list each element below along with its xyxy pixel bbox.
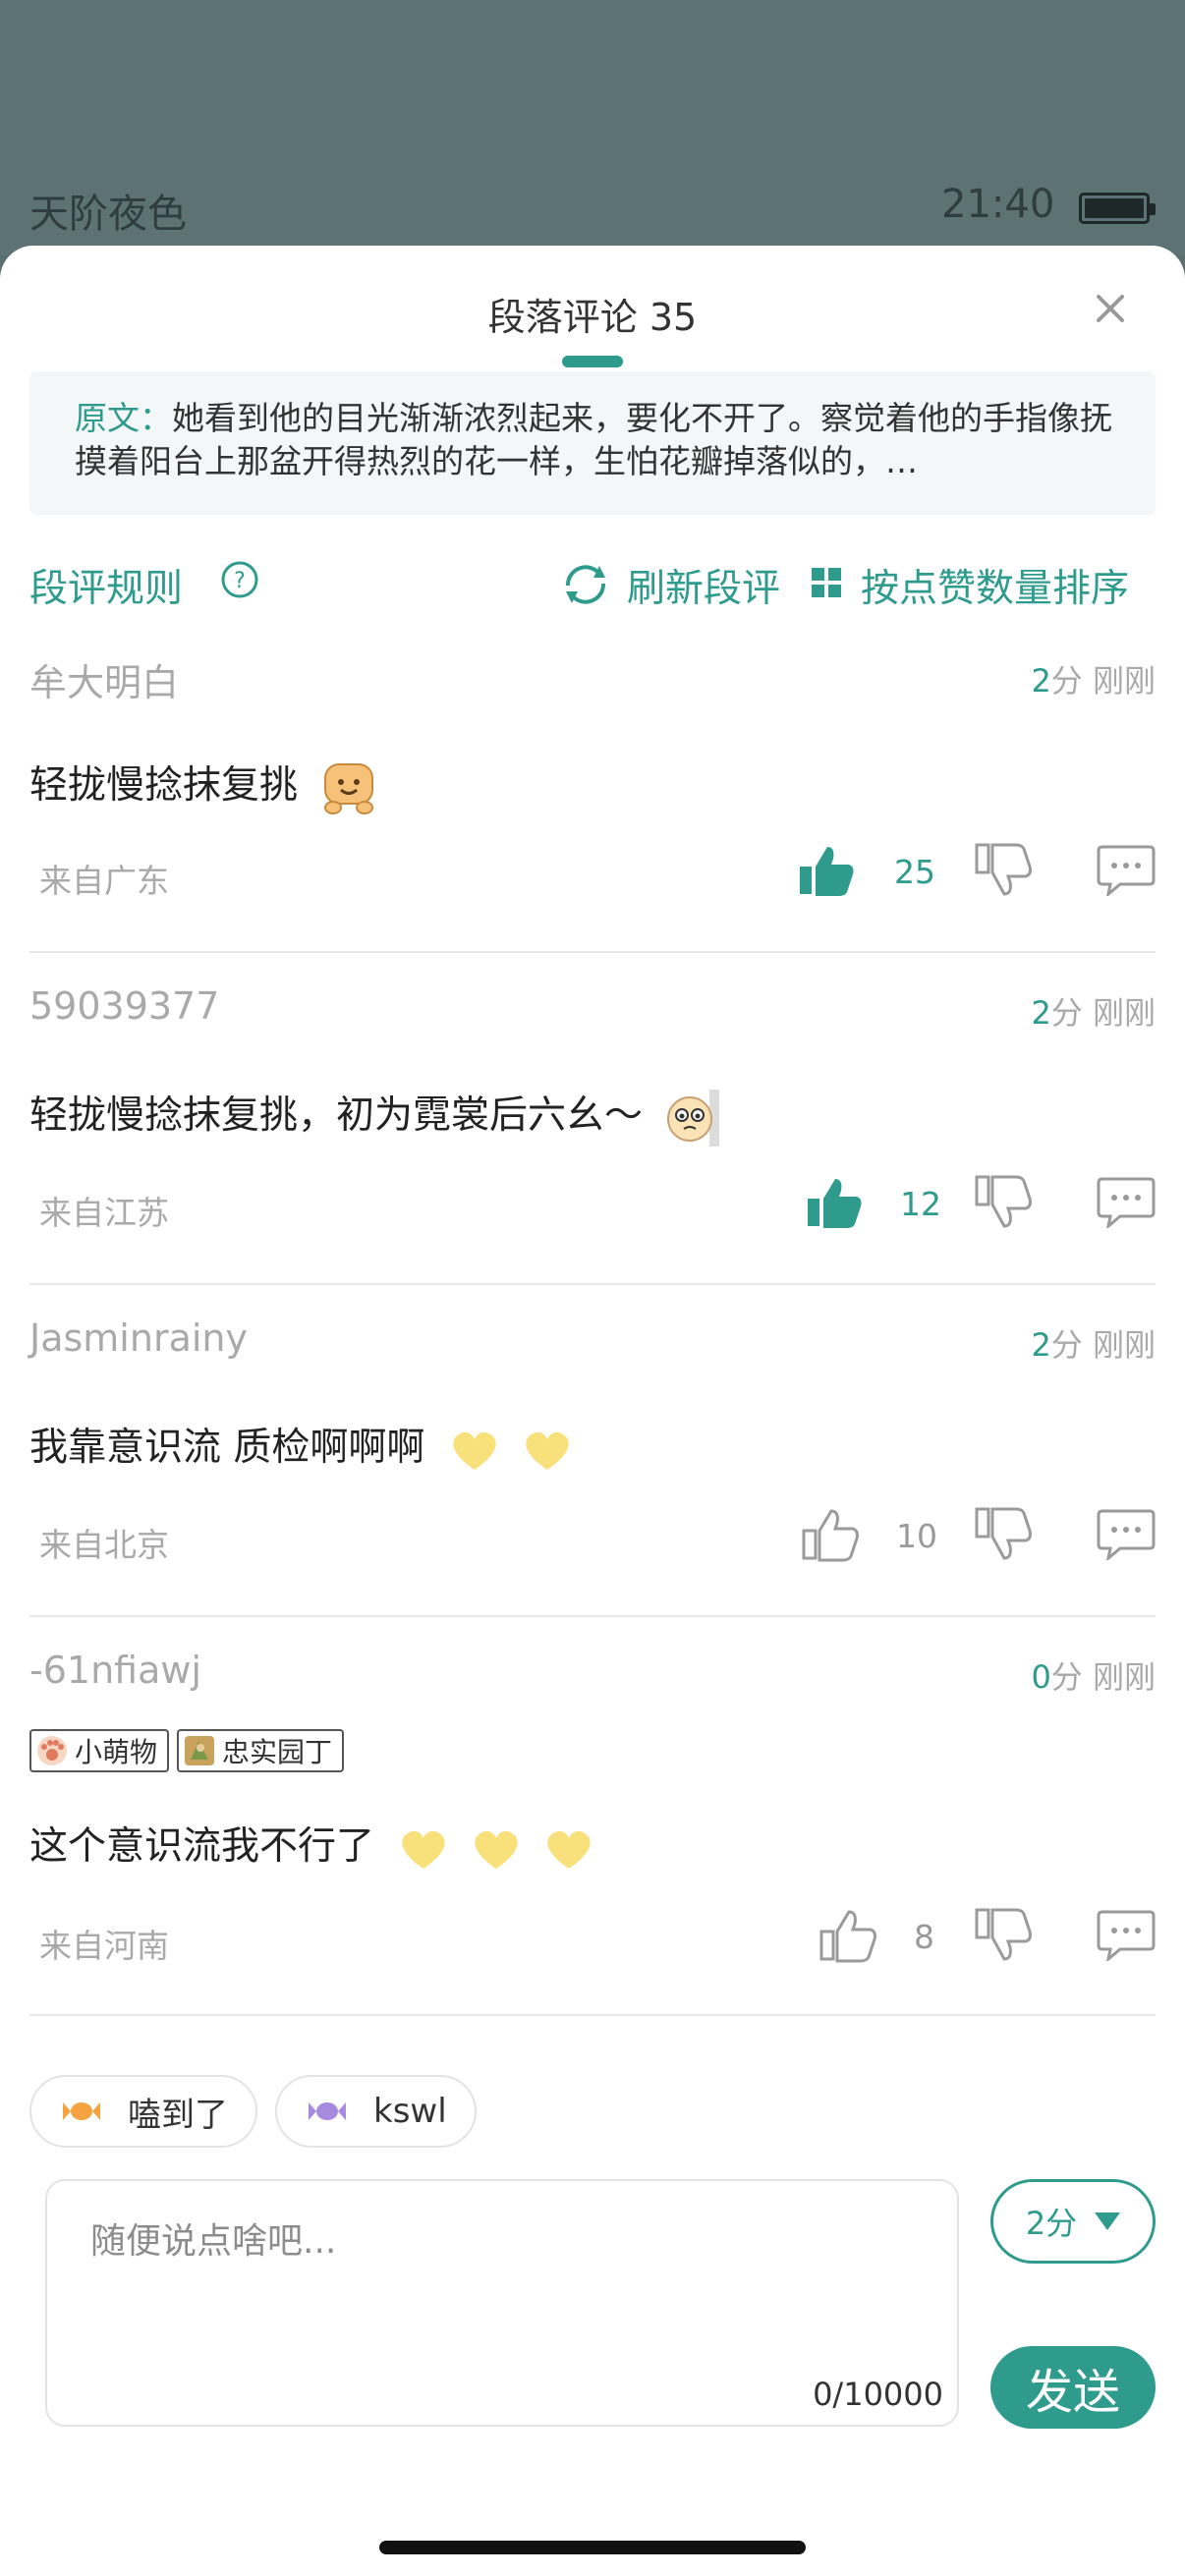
thumbs-up-filled-icon[interactable]: [798, 843, 855, 898]
home-indicator: [379, 2541, 806, 2554]
yellow-heart-emoji-icon: [402, 1830, 592, 1869]
yellow-heart-emoji-icon: [453, 1431, 569, 1470]
comment-text: 这个意识流我不行了: [29, 1816, 598, 1873]
user-badges: 小萌物 忠实园丁: [29, 1729, 345, 1772]
like-count: 25: [894, 853, 935, 891]
comment-location: 来自河南: [39, 1927, 169, 1965]
comment-username[interactable]: -61nfiawj: [29, 1649, 201, 1692]
comment-location: 来自北京: [39, 1526, 169, 1564]
clock: 21:40: [941, 182, 1055, 227]
quick-reply-chip[interactable]: 嗑到了: [29, 2075, 257, 2148]
reply-comment-icon[interactable]: [1097, 1175, 1156, 1228]
comment-username[interactable]: Jasminrainy: [29, 1316, 248, 1360]
close-icon: [1097, 295, 1124, 322]
quote-label: 原文：: [75, 399, 172, 437]
refresh-label: 刷新段评: [627, 567, 781, 611]
char-count: 0/10000: [813, 2376, 943, 2413]
grid-icon: [812, 568, 841, 597]
comment-meta: 2分 刚刚: [1031, 994, 1156, 1032]
thumbs-up-filled-icon[interactable]: [806, 1175, 863, 1230]
badge-gardener[interactable]: 忠实园丁: [177, 1729, 345, 1772]
chevron-down-icon: [1095, 2212, 1121, 2230]
battery-icon: [1079, 193, 1156, 224]
comment-location: 来自广东: [39, 862, 169, 900]
smile-bear-emoji-icon: [324, 762, 374, 814]
candy-orange-icon: [63, 2102, 100, 2120]
thumbs-up-icon[interactable]: [819, 1908, 876, 1963]
like-count: 10: [896, 1517, 937, 1555]
paragraph-comments-sheet: 段落评论 35 原文：她看到他的目光渐渐浓烈起来，要化不开了。察觉着他的手指像抚…: [0, 246, 1185, 2576]
comment-username[interactable]: 牟大明白: [29, 652, 179, 706]
book-title: 天阶夜色: [29, 192, 187, 237]
comment-location: 来自江苏: [39, 1194, 169, 1232]
comment-rules-link[interactable]: 段评规则: [29, 558, 183, 613]
comment-input-box: 0/10000: [45, 2179, 959, 2427]
original-text-quote: 原文：她看到他的目光渐渐浓烈起来，要化不开了。察觉着他的手指像抚摸着阳台上那盆开…: [29, 371, 1156, 515]
comment-item: 牟大明白 2分 刚刚 轻拢慢捻抹复挑 来自广东 25: [29, 652, 1156, 953]
like-count: 12: [900, 1185, 941, 1223]
comment-text: 轻拢慢捻抹复挑: [29, 755, 378, 815]
send-button[interactable]: 发送: [990, 2346, 1156, 2429]
comment-item: -61nfiawj 0分 刚刚 小萌物 忠实园丁 这个意识流我不行了 来自河南 …: [29, 1649, 1156, 2016]
close-button[interactable]: [1089, 287, 1132, 330]
score-select[interactable]: 2分: [990, 2179, 1156, 2264]
quick-reply-row: 嗑到了 kswl: [29, 2075, 477, 2148]
comment-item: 59039377 2分 刚刚 轻拢慢捻抹复挑，初为霓裳后六幺～ 来自江苏 12: [29, 984, 1156, 1285]
sort-label: 按点赞数量排序: [861, 567, 1130, 611]
quote-text: 她看到他的目光渐渐浓烈起来，要化不开了。察觉着他的手指像抚摸着阳台上那盆开得热烈…: [75, 399, 1112, 480]
paw-icon: [37, 1736, 67, 1765]
gardener-icon: [185, 1736, 215, 1765]
comment-meta: 2分 刚刚: [1031, 1326, 1156, 1364]
like-count: 8: [914, 1918, 934, 1956]
reply-comment-icon[interactable]: [1097, 843, 1156, 896]
thumbs-down-icon[interactable]: [975, 843, 1032, 898]
thumbs-up-icon[interactable]: [802, 1507, 859, 1562]
comment-text: 轻拢慢捻抹复挑，初为霓裳后六幺～: [29, 1085, 721, 1147]
comment-text: 我靠意识流 质检啊啊啊: [29, 1417, 575, 1474]
reply-comment-icon[interactable]: [1097, 1507, 1156, 1560]
help-icon[interactable]: ?: [220, 560, 259, 599]
svg-text:?: ?: [234, 569, 246, 593]
reply-comment-icon[interactable]: [1097, 1908, 1156, 1961]
comment-meta: 2分 刚刚: [1031, 662, 1156, 700]
thumbs-down-icon[interactable]: [975, 1908, 1032, 1963]
teary-face-emoji-icon: [667, 1089, 720, 1147]
thumbs-down-icon[interactable]: [975, 1175, 1032, 1230]
comment-toolbar: 段评规则 ? 刷新段评 按点赞数量排序: [0, 540, 1185, 619]
sheet-title: 段落评论 35: [487, 296, 698, 339]
comment-username[interactable]: 59039377: [29, 984, 219, 1028]
sheet-header: 段落评论 35: [0, 246, 1185, 373]
comment-meta: 0分 刚刚: [1031, 1658, 1156, 1696]
comment-item: Jasminrainy 2分 刚刚 我靠意识流 质检啊啊啊 来自北京 10: [29, 1316, 1156, 1617]
candy-purple-icon: [309, 2102, 346, 2120]
badge-cute[interactable]: 小萌物: [29, 1729, 170, 1772]
thumbs-down-icon[interactable]: [975, 1507, 1032, 1562]
tab-indicator: [562, 356, 623, 367]
refresh-icon: [565, 565, 606, 604]
quick-reply-chip[interactable]: kswl: [275, 2075, 477, 2148]
